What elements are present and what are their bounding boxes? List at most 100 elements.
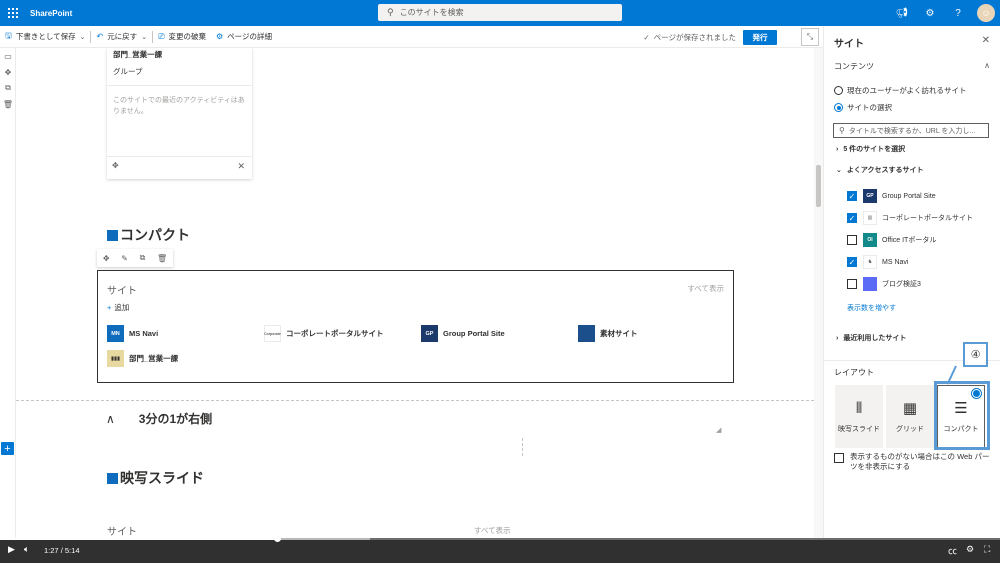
see-all-link[interactable]: すべて表示 [474, 525, 511, 536]
sites-webpart[interactable]: サイト すべて表示 + 追加 MN MS Navi Corporate コーポレー… [97, 270, 734, 383]
edit-pencil-icon[interactable]: ✎ [121, 254, 128, 263]
delete-icon[interactable]: 🗑︎ [157, 254, 167, 263]
settings-gear-icon[interactable]: ⚙ [966, 544, 974, 555]
collapse-pane-button[interactable]: ⤡ [801, 28, 819, 46]
avatar[interactable]: ☺ [977, 4, 995, 22]
layout-group-header[interactable]: レイアウト [834, 367, 874, 378]
megaphone-icon[interactable]: 📢︎ [888, 8, 916, 19]
site-logo: GP [863, 189, 877, 203]
suite-bar: SharePoint ⚲ このサイトを検索 📢︎ ⚙ ? ☺ [0, 0, 1000, 26]
checkbox[interactable] [847, 279, 857, 289]
close-icon[interactable]: ✕ [237, 161, 245, 172]
layout-option-filmstrip[interactable]: ⦀ 映写スライド [835, 385, 883, 448]
help-icon[interactable]: ? [944, 8, 972, 19]
site-item[interactable]: GP Group Portal Site [421, 325, 505, 342]
save-draft-button[interactable]: 🖫︎ 下書きとして保存 ⌄ [0, 26, 90, 48]
discard-changes-button[interactable]: ⎚ 変更の破棄 [153, 26, 211, 48]
page-details-button[interactable]: ⚙ ページの詳細 [211, 26, 277, 48]
duplicate-icon[interactable]: ⧉ [0, 80, 16, 96]
chevron-down-icon[interactable]: ⌄ [141, 33, 147, 41]
delete-icon[interactable]: 🗑︎ [0, 96, 16, 112]
site-logo [863, 277, 877, 291]
show-more-link[interactable]: 表示数を増やす [847, 303, 896, 313]
play-icon[interactable]: ▶ [8, 544, 15, 555]
duplicate-icon[interactable]: ⧉ [140, 253, 146, 263]
site-logo [578, 325, 595, 342]
chevron-up-icon[interactable]: ∧ [106, 412, 115, 426]
site-checkbox-row[interactable]: ✓ ♞ MS Navi [847, 255, 908, 269]
volume-icon[interactable]: 🔈︎ [24, 544, 29, 555]
site-item[interactable]: Corporate コーポレートポータルサイト [264, 325, 384, 342]
collapsible-section-title[interactable]: 3分の1が右側 [139, 410, 212, 427]
filmstrip-heading: 映写スライド [107, 468, 204, 488]
site-logo: Corporate [264, 325, 281, 342]
filmstrip-icon: ⦀ [855, 399, 863, 417]
webpart-title[interactable]: サイト [107, 523, 137, 538]
site-checkbox-row[interactable]: ブログ検証3 [847, 277, 921, 291]
comment-icon[interactable]: ▭ [0, 48, 16, 64]
close-icon[interactable]: ✕ [982, 35, 990, 46]
webpart-title[interactable]: サイト [107, 282, 137, 297]
checkmark-icon: ✓ [643, 32, 650, 42]
add-site-link[interactable]: + 追加 [107, 302, 129, 313]
recent-sites-toggle[interactable]: › 最近利用したサイト [836, 333, 906, 343]
site-search-input[interactable]: ⚲ タイトルで検索するか、URL を入力し... [833, 123, 989, 138]
app-name[interactable]: SharePoint [30, 9, 72, 18]
site-logo: ▮▮▮ [107, 350, 124, 367]
site-item[interactable]: MN MS Navi [107, 325, 158, 342]
add-site-label: 追加 [114, 303, 130, 312]
site-checkbox-row[interactable]: OI Office ITポータル [847, 233, 936, 247]
seek-handle[interactable] [274, 535, 281, 542]
see-all-link[interactable]: すべて表示 [687, 283, 724, 294]
selected-sites-toggle[interactable]: › 5 件のサイトを選択 [836, 144, 905, 154]
publish-button[interactable]: 発行 [743, 30, 777, 45]
radio-button[interactable] [834, 103, 843, 112]
save-status: ✓ ページが保存されました [643, 26, 736, 48]
checkbox[interactable]: ✓ [847, 213, 857, 223]
site-item-label: MS Navi [129, 329, 159, 338]
move-icon[interactable]: ✥ [103, 254, 110, 263]
fullscreen-icon[interactable]: ⛶ [984, 544, 990, 555]
settings-gear-icon[interactable]: ⚙ [916, 8, 944, 19]
recent-sites-label: 最近利用したサイト [843, 335, 907, 342]
site-logo: GP [421, 325, 438, 342]
site-item[interactable]: 素材サイト [578, 325, 638, 342]
chevron-down-icon[interactable]: ⌄ [80, 33, 86, 41]
radio-button[interactable] [834, 86, 843, 95]
step-badge: ④ [963, 342, 988, 367]
chevron-up-icon[interactable]: ∧ [984, 61, 990, 70]
move-icon[interactable]: ✥ [112, 161, 119, 170]
hide-if-empty-option[interactable]: 表示するものがない場合はこの Web パーツを非表示にする [834, 452, 992, 472]
played-bar [0, 538, 277, 540]
group-name[interactable]: 部門_営業一課 [113, 49, 162, 60]
move-icon[interactable]: ✥ [0, 64, 16, 80]
group-card[interactable]: 部門_営業一課 グループ このサイトでの最近のアクティビティはありません。 ✥ … [107, 48, 252, 179]
canvas-scrollbar[interactable] [814, 48, 823, 538]
site-logo: MN [107, 325, 124, 342]
time-display: 1:27 / 5:14 [44, 546, 80, 555]
site-search-box[interactable]: ⚲ このサイトを検索 [378, 4, 622, 21]
collapsible-section-header[interactable]: ∧ 3分の1が右側 [106, 410, 212, 427]
site-checkbox-row[interactable]: ✓ ▥ コーポレートポータルサイト [847, 211, 973, 225]
captions-icon[interactable]: ㏄ [948, 544, 957, 557]
site-item[interactable]: ▮▮▮ 部門_営業一課 [107, 350, 178, 367]
site-checkbox-row[interactable]: ✓ GP Group Portal Site [847, 189, 936, 203]
app-launcher-button[interactable] [0, 0, 26, 26]
property-pane: サイト ✕ コンテンツ ∧ 現在のユーザーがよく訪れるサイト サイトの選択 ⚲ … [823, 26, 1000, 538]
frequent-sites-toggle[interactable]: ⌄ よくアクセスするサイト [836, 165, 924, 175]
divider [107, 156, 252, 157]
add-section-button[interactable]: + [1, 442, 14, 455]
resize-handle-icon[interactable]: ◢ [716, 426, 721, 434]
scrollbar-thumb[interactable] [816, 165, 821, 207]
content-group-header[interactable]: コンテンツ [834, 61, 874, 72]
checkbox[interactable] [847, 235, 857, 245]
layout-option-grid[interactable]: ▦ グリッド [886, 385, 934, 448]
checkbox[interactable] [834, 453, 844, 463]
compact-heading-text: コンパクト [120, 227, 190, 243]
checkbox[interactable]: ✓ [847, 191, 857, 201]
radio-select-sites[interactable]: サイトの選択 [834, 102, 892, 113]
radio-frequent-sites[interactable]: 現在のユーザーがよく訪れるサイト [834, 85, 966, 96]
save-status-text: ページが保存されました [653, 32, 736, 42]
checkbox[interactable]: ✓ [847, 257, 857, 267]
undo-button[interactable]: ↶ 元に戻す ⌄ [91, 26, 152, 48]
